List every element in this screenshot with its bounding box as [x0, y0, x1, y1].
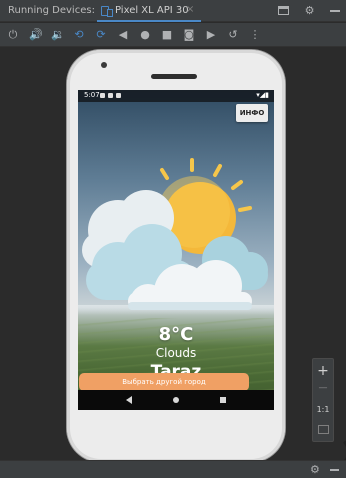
earpiece-speaker [151, 74, 197, 79]
volume-down-icon[interactable]: 🔉 [51, 28, 65, 42]
rotate-left-icon[interactable]: ⟲ [73, 28, 85, 42]
back-icon[interactable]: ◀ [117, 28, 129, 42]
restore-icon[interactable]: ↺ [227, 28, 239, 42]
tab-close-icon[interactable]: × [186, 4, 194, 15]
zoom-controls: + — 1:1 [312, 358, 334, 442]
pixel-xl-frame: 5:07 ▾◢▮ ИНФО 8°C Clouds Taraz Выбрать д… [67, 50, 285, 462]
panel-label: Running Devices: [8, 5, 95, 16]
condition-label: Clouds [155, 346, 197, 360]
zoom-in-button[interactable]: + [313, 363, 333, 379]
actual-size-button[interactable]: 1:1 [313, 405, 333, 414]
more-icon[interactable]: ⋮ [249, 28, 261, 42]
notification-icon [108, 93, 113, 98]
home-icon[interactable]: ● [139, 28, 151, 42]
nav-back-icon[interactable] [126, 396, 133, 404]
minimize-icon[interactable] [330, 10, 340, 12]
title-icons: ⚙ [278, 4, 340, 17]
volume-up-icon[interactable]: 🔊 [29, 28, 43, 42]
tab-label: Pixel XL API 30 [115, 5, 189, 16]
status-bar: 5:07 ▾◢▮ [78, 90, 274, 102]
front-cloud-shade [128, 302, 252, 310]
zoom-out-button[interactable]: — [313, 383, 333, 393]
status-time: 5:07 [84, 91, 100, 99]
change-city-button[interactable]: Выбрать другой город [79, 373, 249, 391]
window-icon[interactable] [278, 6, 289, 15]
minimize-icon[interactable] [330, 469, 339, 471]
gear-icon[interactable]: ⚙ [310, 463, 320, 476]
nav-home-icon[interactable] [172, 397, 179, 403]
notification-icon [116, 93, 121, 98]
bottom-bar: ⚙ [0, 460, 346, 478]
camera-icon[interactable]: ◙ [183, 28, 195, 42]
sun-cloud-icon [82, 158, 268, 310]
device-screen[interactable]: 5:07 ▾◢▮ ИНФО 8°C Clouds Taraz [78, 90, 274, 410]
notification-icon [100, 93, 105, 98]
front-camera [101, 62, 107, 68]
rotate-right-icon[interactable]: ⟳ [95, 28, 107, 42]
overview-icon[interactable]: ■ [161, 28, 173, 42]
device-toolbar: ⏻ 🔊 🔉 ⟲ ⟳ ◀ ● ■ ◙ ▶ ↺ ⋮ [0, 23, 346, 47]
device-icon [101, 6, 113, 17]
title-bar: Running Devices: Pixel XL API 30 × ⚙ [0, 0, 346, 22]
fit-screen-icon[interactable] [318, 425, 329, 434]
android-studio-running-devices: Running Devices: Pixel XL API 30 × ⚙ ⏻ 🔊… [0, 0, 346, 478]
power-icon[interactable]: ⏻ [7, 28, 19, 42]
signal-battery-icons: ▾◢▮ [256, 91, 269, 99]
android-nav-bar [78, 390, 274, 410]
nav-recents-icon[interactable] [219, 397, 226, 403]
video-icon[interactable]: ▶ [205, 28, 217, 42]
gear-icon[interactable]: ⚙ [303, 4, 316, 17]
temperature-label: 8°C [158, 324, 194, 345]
notification-icons [100, 93, 121, 98]
tab-device[interactable]: Pixel XL API 30 × [97, 0, 201, 22]
